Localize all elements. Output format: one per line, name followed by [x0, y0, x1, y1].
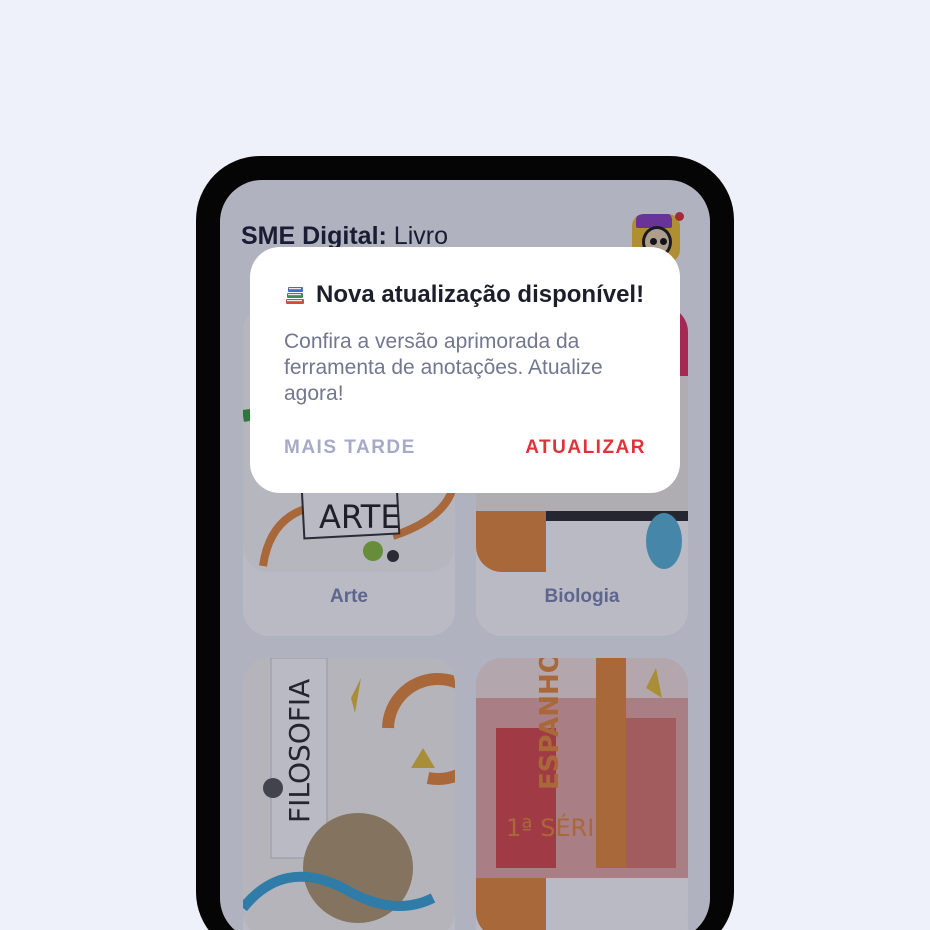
dialog-title: Nova atualização disponível! [316, 281, 645, 308]
dialog-title-row: Nova atualização disponível! [284, 281, 646, 309]
dialog-actions: MAIS TARDE ATUALIZAR [284, 437, 646, 459]
later-button[interactable]: MAIS TARDE [284, 437, 416, 459]
update-dialog: Nova atualização disponível! Confira a v… [250, 247, 680, 493]
books-icon [284, 284, 306, 306]
dialog-message: Confira a versão aprimorada da ferrament… [284, 330, 603, 405]
update-button[interactable]: ATUALIZAR [525, 437, 646, 459]
